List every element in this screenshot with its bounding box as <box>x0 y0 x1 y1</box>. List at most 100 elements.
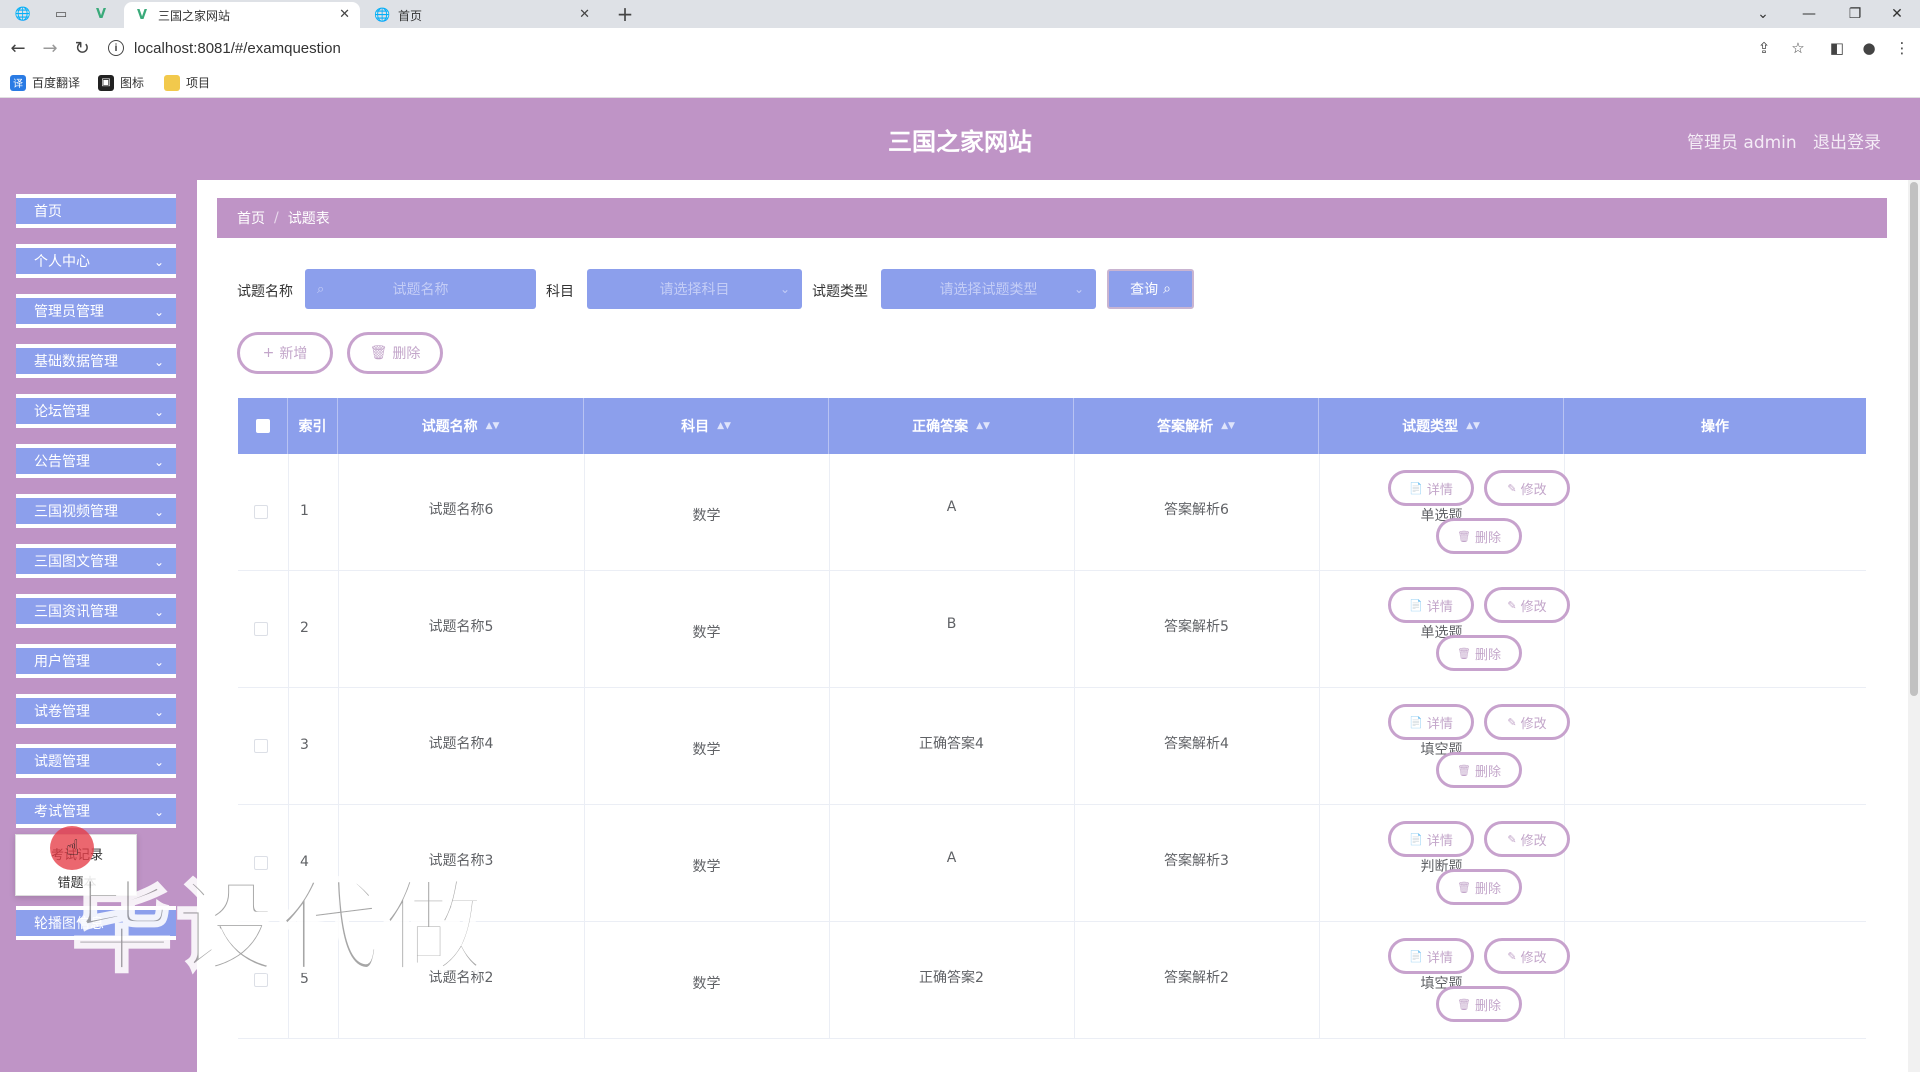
column-divider <box>288 688 289 805</box>
restore-icon[interactable]: ❐ <box>1832 0 1878 28</box>
profile-icon[interactable]: ● <box>1857 36 1881 60</box>
row-delete-button[interactable]: 🗑 删除 <box>1436 869 1522 905</box>
bookmark-item[interactable]: 项目 <box>164 74 210 91</box>
menu-dots-icon[interactable]: ⋮ <box>1890 36 1914 60</box>
row-detail-button[interactable]: 📄 详情 <box>1388 587 1474 623</box>
browser-tab-active[interactable]: V 三国之家网站 ✕ <box>124 2 360 28</box>
row-edit-button[interactable]: ✎ 修改 <box>1484 938 1570 974</box>
select-all-checkbox[interactable] <box>256 419 270 433</box>
sidebar-item[interactable]: 三国图文管理 ⌄ <box>16 544 176 578</box>
row-checkbox[interactable] <box>254 505 268 519</box>
cell-name: 试题名称6 <box>428 502 494 518</box>
admin-label: 管理员 admin <box>1687 133 1797 153</box>
sidebar-item[interactable]: 管理员管理 ⌄ <box>16 294 176 328</box>
sort-icon[interactable]: ▲▼ <box>486 421 500 431</box>
sidebar-item-label: 三国图文管理 <box>34 554 118 570</box>
sidebar-item[interactable]: 三国视频管理 ⌄ <box>16 494 176 528</box>
column-header-name[interactable]: 试题名称 ▲▼ <box>338 398 584 454</box>
close-icon[interactable]: ✕ <box>339 7 350 22</box>
url-field[interactable]: i localhost:8081/#/examquestion <box>108 33 1768 63</box>
cell-name: 试题名称3 <box>428 853 494 869</box>
globe-icon[interactable]: 🌐 <box>8 2 38 26</box>
row-edit-button[interactable]: ✎ 修改 <box>1484 470 1570 506</box>
scrollbar-thumb[interactable] <box>1910 182 1918 696</box>
query-button-label: 查询 <box>1130 282 1159 298</box>
chevron-down-icon: ⌄ <box>153 455 164 469</box>
browser-tab[interactable]: 🌐 首页 ✕ <box>364 2 600 28</box>
sort-icon[interactable]: ▲▼ <box>1221 421 1235 431</box>
sidebar-item[interactable]: 首页 <box>16 194 176 228</box>
row-detail-button[interactable]: 📄 详情 <box>1388 821 1474 857</box>
column-header-analysis[interactable]: 答案解析 ▲▼ <box>1074 398 1319 454</box>
sort-icon[interactable]: ▲▼ <box>976 421 990 431</box>
row-detail-button[interactable]: 📄 详情 <box>1388 470 1474 506</box>
sidebar-item[interactable]: 用户管理 ⌄ <box>16 644 176 678</box>
info-icon[interactable]: i <box>108 40 124 56</box>
row-detail-button[interactable]: 📄 详情 <box>1388 704 1474 740</box>
column-header-answer[interactable]: 正确答案 ▲▼ <box>829 398 1074 454</box>
row-checkbox[interactable] <box>254 622 268 636</box>
type-select[interactable]: 请选择试题类型 ⌄ <box>881 269 1096 309</box>
column-divider <box>1564 805 1565 922</box>
sidebar-item[interactable]: 试题管理 ⌄ <box>16 744 176 778</box>
back-icon[interactable]: ← <box>6 36 30 60</box>
tab-search-icon[interactable]: ⌄ <box>1740 0 1786 28</box>
table-row[interactable]: 3 试题名称4 数学 正确答案4 答案解析4 填空题 📄 详情 ✎ 修改 🗑 删除 <box>238 688 1866 805</box>
share-icon[interactable]: ⇪ <box>1752 36 1776 60</box>
row-checkbox[interactable] <box>254 856 268 870</box>
column-divider <box>1564 571 1565 688</box>
sidebar-item[interactable]: 个人中心 ⌄ <box>16 244 176 278</box>
row-edit-button[interactable]: ✎ 修改 <box>1484 587 1570 623</box>
column-header-label: 正确答案 <box>912 419 969 435</box>
bookmark-item[interactable]: 译 百度翻译 <box>10 74 80 91</box>
table-row[interactable]: 2 试题名称5 数学 B 答案解析5 单选题 📄 详情 ✎ 修改 🗑 删除 <box>238 571 1866 688</box>
row-checkbox[interactable] <box>254 739 268 753</box>
forward-icon[interactable]: → <box>38 36 62 60</box>
sidepanel-icon[interactable]: ◧ <box>1825 36 1849 60</box>
column-header-subject[interactable]: 科目 ▲▼ <box>584 398 829 454</box>
column-header-type[interactable]: 试题类型 ▲▼ <box>1319 398 1564 454</box>
blank-tab-icon[interactable]: ▭ <box>46 2 76 26</box>
minimize-icon[interactable]: — <box>1786 0 1832 28</box>
sidebar-item[interactable]: 试卷管理 ⌄ <box>16 694 176 728</box>
sidebar-item[interactable]: 基础数据管理 ⌄ <box>16 344 176 378</box>
row-delete-button[interactable]: 🗑 删除 <box>1436 986 1522 1022</box>
table-row[interactable]: 1 试题名称6 数学 A 答案解析6 单选题 📄 详情 ✎ 修改 🗑 删除 <box>238 454 1866 571</box>
sidebar-item[interactable]: 公告管理 ⌄ <box>16 444 176 478</box>
add-button[interactable]: + 新增 <box>237 332 333 374</box>
breadcrumb-home[interactable]: 首页 <box>237 208 265 228</box>
new-tab-button[interactable]: + <box>612 2 638 26</box>
sidebar-item-label: 管理员管理 <box>34 304 104 320</box>
row-delete-button[interactable]: 🗑 删除 <box>1436 635 1522 671</box>
cell-index: 3 <box>300 737 309 753</box>
bookmark-item[interactable]: ▣ 图标 <box>98 74 144 91</box>
cell-answer: A <box>946 499 957 515</box>
breadcrumb: 首页 / 试题表 <box>217 198 1887 238</box>
cell-answer: 正确答案4 <box>919 736 984 752</box>
row-edit-button[interactable]: ✎ 修改 <box>1484 821 1570 857</box>
chevron-down-icon: ⌄ <box>153 705 164 719</box>
sidebar-item[interactable]: 三国资讯管理 ⌄ <box>16 594 176 628</box>
close-icon[interactable]: ✕ <box>579 7 590 22</box>
batch-delete-button[interactable]: 🗑 删除 <box>347 332 443 374</box>
star-icon[interactable]: ☆ <box>1786 36 1810 60</box>
subject-select[interactable]: 请选择科目 ⌄ <box>587 269 802 309</box>
name-search-input[interactable]: ⌕ 试题名称 <box>305 269 536 309</box>
sidebar-item-label: 论坛管理 <box>34 404 90 420</box>
query-button[interactable]: 查询 ⌕ <box>1107 269 1194 309</box>
reload-icon[interactable]: ↻ <box>70 36 94 60</box>
row-detail-button[interactable]: 📄 详情 <box>1388 938 1474 974</box>
row-delete-button[interactable]: 🗑 删除 <box>1436 752 1522 788</box>
vue-icon[interactable]: V <box>86 2 116 26</box>
row-edit-button[interactable]: ✎ 修改 <box>1484 704 1570 740</box>
sidebar-item[interactable]: 论坛管理 ⌄ <box>16 394 176 428</box>
sidebar-item[interactable]: 考试管理 ⌄ <box>16 794 176 828</box>
row-delete-button[interactable]: 🗑 删除 <box>1436 518 1522 554</box>
trash-icon: 🗑 <box>1457 880 1471 894</box>
window-close-icon[interactable]: ✕ <box>1874 0 1920 28</box>
logout-link[interactable]: 退出登录 <box>1813 128 1881 153</box>
sort-icon[interactable]: ▲▼ <box>717 421 731 431</box>
sort-icon[interactable]: ▲▼ <box>1466 421 1480 431</box>
row-action-label: 详情 <box>1426 833 1453 849</box>
bookmark-label: 百度翻译 <box>32 76 81 90</box>
